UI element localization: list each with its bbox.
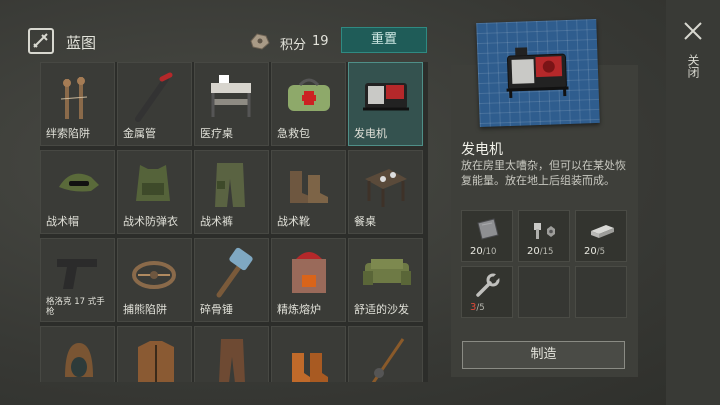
metal-bar-icon [591, 225, 614, 238]
blueprint-label: 捕熊陷阱 [123, 303, 167, 316]
material-slot-empty [575, 266, 627, 318]
blueprint-label: 格洛克 17 式手枪 [46, 297, 105, 317]
tactical-pants-icon [215, 163, 245, 207]
blueprint-grid: 绊索陷阱 金属管 医疗桌 急救包 发电机战术帽 战术防弹衣 战术裤 战术靴 餐桌格洛克 17 式… [40, 62, 428, 382]
blueprint-cell[interactable]: 战术防弹衣 [117, 150, 192, 234]
item-description: 放在房里太嘈杂，但可以在某处恢复能量。放在地上后组装而成。 [461, 159, 626, 187]
materials-grid: 20/10 20/15 20/5 3/5 [461, 210, 627, 320]
blueprint-label: 战术靴 [277, 215, 310, 228]
blueprint-cell[interactable] [40, 326, 115, 382]
blueprint-label: 金属管 [123, 127, 156, 140]
material-need: /5 [596, 247, 606, 257]
close-label[interactable]: 关闭 [686, 54, 700, 78]
material-slot[interactable]: 20/10 [461, 210, 513, 262]
material-have: 20 [527, 246, 540, 257]
score-icon [248, 31, 272, 51]
furnace-icon [292, 252, 326, 293]
material-slot[interactable]: 20/5 [575, 210, 627, 262]
metal-pipe-icon [135, 72, 173, 122]
bear-trap-icon [132, 261, 176, 289]
blueprint-label: 绊索陷阱 [46, 127, 90, 140]
blueprint-cell[interactable]: 战术靴 [271, 150, 346, 234]
blueprint-cell[interactable] [271, 326, 346, 382]
blueprint-label: 发电机 [354, 127, 387, 140]
blueprint-cell[interactable] [348, 326, 423, 382]
tripwire-trap-icon [60, 77, 88, 119]
generator-icon [506, 47, 569, 99]
tactical-boots-icon [290, 171, 328, 203]
dining-table-icon [365, 169, 407, 207]
blueprint-cell[interactable] [117, 326, 192, 382]
bolt-nut-icon [534, 223, 555, 239]
reset-button[interactable]: 重置 [341, 27, 427, 53]
sofa-icon [363, 259, 411, 285]
fishing-rod-icon [371, 338, 405, 382]
blueprint-icon [28, 28, 54, 54]
blueprint-cell[interactable] [194, 326, 269, 382]
metal-sheet-icon [477, 218, 499, 240]
first-aid-kit-icon [288, 78, 330, 111]
glock-pistol-icon [57, 259, 97, 289]
medical-table-icon [211, 75, 251, 117]
blueprint-cell[interactable]: 医疗桌 [194, 62, 269, 146]
jacket-icon [138, 341, 174, 382]
page-title: 蓝图 [66, 34, 97, 52]
blueprint-cell[interactable]: 捕熊陷阱 [117, 238, 192, 322]
blueprint-cell[interactable]: 绊索陷阱 [40, 62, 115, 146]
blueprint-cell[interactable]: 舒适的沙发 [348, 238, 423, 322]
material-need: /5 [476, 303, 485, 313]
material-slot[interactable]: 20/15 [518, 210, 570, 262]
blueprint-label: 战术防弹衣 [123, 215, 178, 228]
material-have: 20 [470, 246, 483, 257]
blueprint-cell[interactable]: 急救包 [271, 62, 346, 146]
blueprint-cell[interactable]: 精炼熔炉 [271, 238, 346, 322]
blueprint-label: 餐桌 [354, 215, 376, 228]
material-need: /15 [539, 247, 554, 257]
blueprint-cell[interactable]: 餐桌 [348, 150, 423, 234]
score-label: 积分 [280, 38, 307, 53]
craft-button[interactable]: 制造 [462, 341, 625, 369]
pants-icon [219, 339, 245, 382]
close-icon[interactable] [682, 20, 704, 42]
hood-icon [65, 343, 93, 377]
bone-hammer-icon [216, 247, 253, 298]
material-have: 20 [584, 246, 597, 257]
blueprint-cell[interactable]: 金属管 [117, 62, 192, 146]
score-value: 19 [312, 34, 329, 49]
blueprint-label: 舒适的沙发 [354, 303, 409, 316]
boots-icon [292, 353, 328, 382]
blueprint-label: 医疗桌 [200, 127, 233, 140]
material-slot[interactable]: 3/5 [461, 266, 513, 318]
blueprint-cell[interactable]: 格洛克 17 式手枪 [40, 238, 115, 322]
generator-icon [363, 83, 409, 111]
tactical-vest-icon [136, 165, 170, 201]
wrench-icon [476, 273, 501, 297]
tactical-cap-icon [59, 173, 99, 192]
blueprint-label: 战术帽 [46, 215, 79, 228]
item-preview [476, 18, 600, 128]
blueprint-label: 急救包 [277, 127, 310, 140]
blueprint-cell[interactable]: 发电机 [348, 62, 423, 146]
blueprint-cell[interactable]: 战术帽 [40, 150, 115, 234]
material-slot-empty [518, 266, 570, 318]
item-name: 发电机 [461, 142, 503, 158]
blueprint-label: 碎骨锤 [200, 303, 233, 316]
blueprint-cell[interactable]: 碎骨锤 [194, 238, 269, 322]
blueprint-label: 战术裤 [200, 215, 233, 228]
blueprint-label: 精炼熔炉 [277, 303, 321, 316]
material-need: /10 [482, 247, 497, 257]
blueprint-cell[interactable]: 战术裤 [194, 150, 269, 234]
